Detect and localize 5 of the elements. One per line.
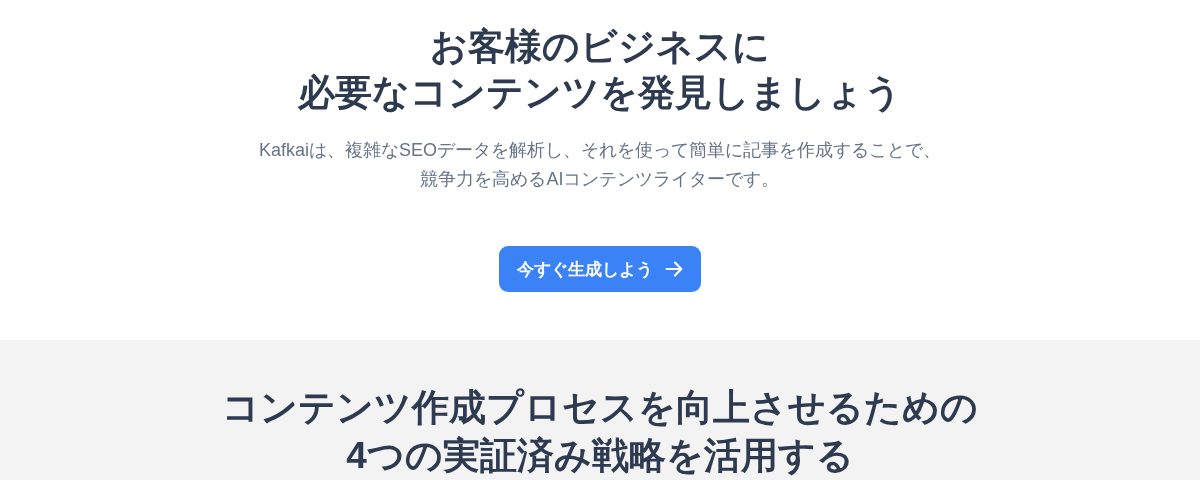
features-heading: コンテンツ作成プロセスを向上させるための 4つの実証済み戦略を活用する [221, 386, 979, 478]
generate-button[interactable]: 今すぐ生成しよう [499, 246, 701, 292]
hero-subtitle: 競争力を高めるAIコンテンツライターです。 [420, 168, 780, 191]
hero-subtitle: Kafkaiは、複雑なSEOデータを解析し、それを使って簡単に記事を作成することで、 [258, 139, 941, 162]
hero-heading: お客様のビジネスに 必要なコンテンツを発見しましょう [298, 25, 902, 115]
